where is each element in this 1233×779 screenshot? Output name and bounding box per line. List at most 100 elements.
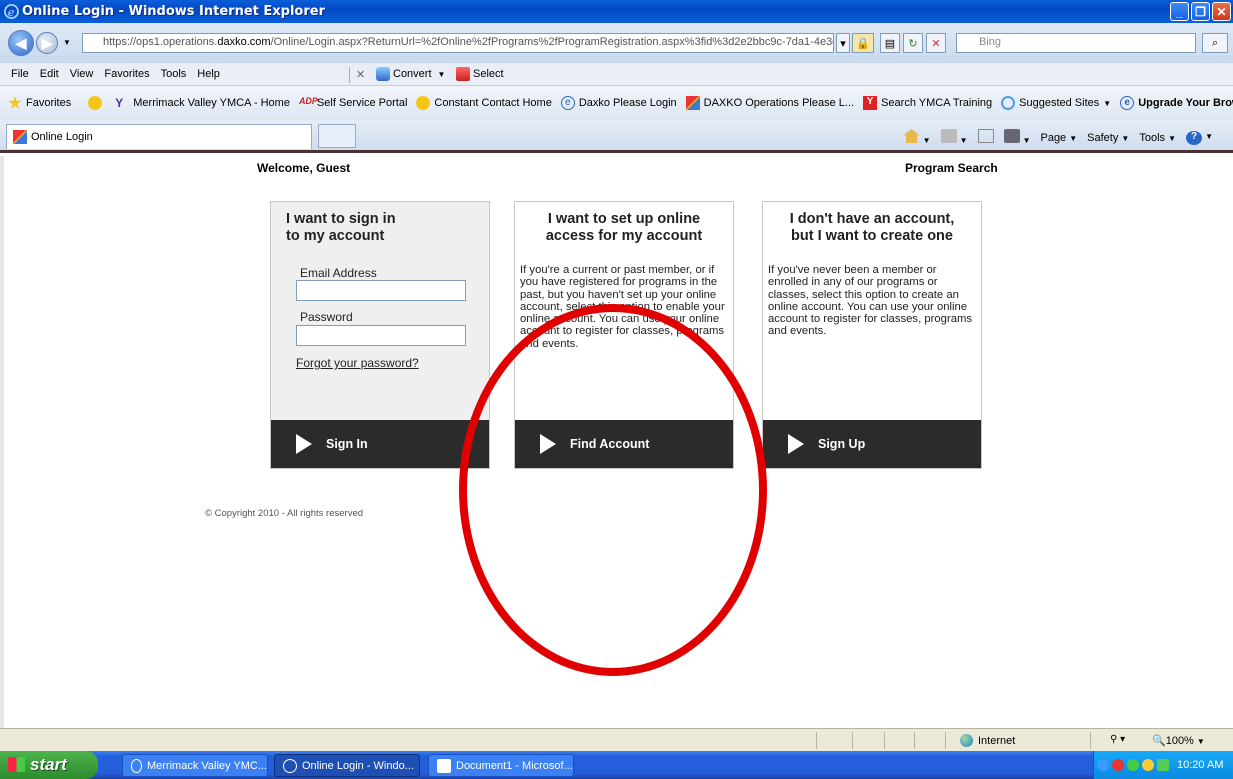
- star-icon: [8, 96, 22, 109]
- sign-up-button[interactable]: Sign Up: [763, 420, 981, 468]
- menu-edit[interactable]: Edit: [40, 68, 59, 80]
- setup-description: If you're a current or past member, or i…: [520, 264, 725, 350]
- find-account-button[interactable]: Find Account: [515, 420, 733, 468]
- fav-item-upgrade-browser[interactable]: eUpgrade Your Browser▼: [1120, 96, 1233, 110]
- page-menu[interactable]: Page ▼: [1040, 132, 1077, 144]
- menu-favorites[interactable]: Favorites: [104, 68, 149, 80]
- tray-network-icon[interactable]: [1142, 759, 1154, 771]
- help-button[interactable]: ? ▼: [1186, 130, 1213, 145]
- globe-icon: [960, 734, 973, 747]
- zoom-level[interactable]: 🔍100% ▼: [1152, 734, 1205, 747]
- back-button[interactable]: ◀: [8, 30, 34, 56]
- status-separator: [945, 732, 946, 749]
- tools-menu[interactable]: Tools ▼: [1139, 132, 1176, 144]
- fav-item-self-service[interactable]: ADP Self Service Portal: [299, 96, 407, 110]
- restore-button[interactable]: ❐: [1191, 2, 1210, 21]
- search-input[interactable]: Bing: [956, 33, 1196, 53]
- email-field[interactable]: [296, 280, 466, 301]
- menu-view[interactable]: View: [70, 68, 94, 80]
- signin-card: I want to sign in to my account Email Ad…: [270, 201, 490, 469]
- menu-tools[interactable]: Tools: [161, 68, 187, 80]
- create-account-card: I don't have an account, but I want to c…: [762, 201, 982, 469]
- suggested-sites-icon: [1001, 96, 1016, 110]
- fav-item-ymca-training[interactable]: Y Search YMCA Training: [863, 96, 992, 110]
- start-button[interactable]: start: [0, 751, 98, 779]
- ie-page-icon: e: [1120, 96, 1135, 110]
- ymca-training-icon: Y: [863, 96, 878, 110]
- sign-up-label: Sign Up: [818, 437, 866, 451]
- lock-icon[interactable]: 🔒: [852, 33, 874, 53]
- security-zone[interactable]: Internet: [960, 734, 1015, 747]
- welcome-text: Welcome, Guest: [257, 161, 351, 175]
- tab-online-login[interactable]: Online Login: [6, 124, 312, 149]
- tray-app-icon[interactable]: [1112, 759, 1124, 771]
- taskbar: start Merrimack Valley YMC... Online Log…: [0, 751, 1233, 779]
- setup-access-card: I want to set up online access for my ac…: [514, 201, 734, 469]
- minimize-button[interactable]: _: [1170, 2, 1189, 21]
- refresh-icon[interactable]: ↻: [903, 33, 923, 53]
- menu-help[interactable]: Help: [197, 68, 220, 80]
- home-button[interactable]: ▼: [903, 129, 931, 146]
- convert-label: Convert: [393, 68, 432, 80]
- menu-bar: File Edit View Favorites Tools Help ✕ Co…: [0, 63, 1233, 86]
- recent-pages-dropdown-icon[interactable]: ▼: [63, 38, 71, 47]
- feeds-button[interactable]: ▼: [940, 129, 968, 146]
- new-tab-button[interactable]: [318, 124, 356, 148]
- daxko-icon: [685, 96, 700, 110]
- word-icon: [437, 758, 451, 773]
- compatibility-view-icon[interactable]: ▤: [880, 33, 900, 53]
- search-button[interactable]: ⌕: [1202, 33, 1228, 53]
- fav-item-suggested-sites[interactable]: Suggested Sites ▼: [1001, 96, 1111, 110]
- close-toolbar-icon[interactable]: ✕: [356, 68, 365, 81]
- chevron-down-icon: ▼: [437, 69, 446, 79]
- add-favorite-icon: [88, 96, 103, 110]
- favorites-button[interactable]: Favorites: [8, 96, 71, 110]
- menu-separator: [349, 67, 350, 83]
- ymca-icon: Y: [115, 96, 124, 110]
- svg-text:e: e: [8, 6, 15, 19]
- stop-icon[interactable]: ✕: [926, 33, 946, 53]
- tray-arrow-icon[interactable]: [1097, 759, 1109, 771]
- fav-item-daxko-operations[interactable]: DAXKO Operations Please L...: [685, 96, 854, 110]
- window-title: Online Login - Windows Internet Explorer: [22, 4, 325, 19]
- password-field[interactable]: [296, 325, 466, 346]
- safety-menu[interactable]: Safety ▼: [1087, 132, 1129, 144]
- close-button[interactable]: ✕: [1212, 2, 1231, 21]
- task-online-login[interactable]: Online Login - Windo...: [274, 754, 420, 777]
- menu-file[interactable]: File: [11, 68, 29, 80]
- page-content: Welcome, Guest Program Search I want to …: [0, 156, 1233, 728]
- play-arrow-icon: [296, 434, 312, 454]
- play-arrow-icon: [540, 434, 556, 454]
- program-search-link[interactable]: Program Search: [905, 161, 998, 175]
- read-mail-button[interactable]: [977, 129, 994, 146]
- fav-item-daxko-login[interactable]: e Daxko Please Login: [560, 96, 677, 110]
- status-separator: [884, 732, 885, 749]
- create-description: If you've never been a member or enrolle…: [768, 264, 973, 338]
- forgot-password-link[interactable]: Forgot your password?: [296, 356, 419, 370]
- email-label: Email Address: [300, 266, 377, 280]
- tray-app-icon[interactable]: [1157, 759, 1169, 771]
- address-dropdown-button[interactable]: ▾: [836, 33, 850, 53]
- system-tray: 10:20 AM: [1093, 751, 1233, 779]
- task-document1[interactable]: Document1 - Microsof...: [428, 754, 574, 777]
- sign-in-button[interactable]: Sign In: [271, 420, 489, 468]
- convert-button[interactable]: Convert ▼: [376, 67, 445, 81]
- ie-page-icon: e: [560, 96, 575, 110]
- daxko-icon: [13, 130, 27, 144]
- print-button[interactable]: ▼: [1003, 129, 1030, 146]
- windows-flag-icon: [8, 757, 25, 772]
- task-ymca[interactable]: Merrimack Valley YMC...: [122, 754, 268, 777]
- add-favorites-button[interactable]: [88, 96, 106, 110]
- favorites-bar: Favorites Y Merrimack Valley YMCA - Home …: [0, 86, 1233, 120]
- setup-heading: I want to set up online access for my ac…: [545, 211, 703, 244]
- fav-item-ymca-home[interactable]: Y Merrimack Valley YMCA - Home: [115, 96, 290, 110]
- forward-button[interactable]: ▶: [36, 32, 58, 54]
- find-account-label: Find Account: [570, 437, 650, 451]
- window-title-bar[interactable]: e Online Login - Windows Internet Explor…: [0, 0, 1233, 23]
- address-input[interactable]: https://ops1.operations.daxko.com/Online…: [82, 33, 834, 53]
- fav-item-constant-contact[interactable]: Constant Contact Home: [416, 96, 552, 110]
- tray-app-icon[interactable]: [1127, 759, 1139, 771]
- clock[interactable]: 10:20 AM: [1177, 759, 1223, 771]
- protected-mode-icon[interactable]: ⚲ ▾: [1110, 734, 1125, 745]
- select-button[interactable]: Select: [456, 67, 504, 81]
